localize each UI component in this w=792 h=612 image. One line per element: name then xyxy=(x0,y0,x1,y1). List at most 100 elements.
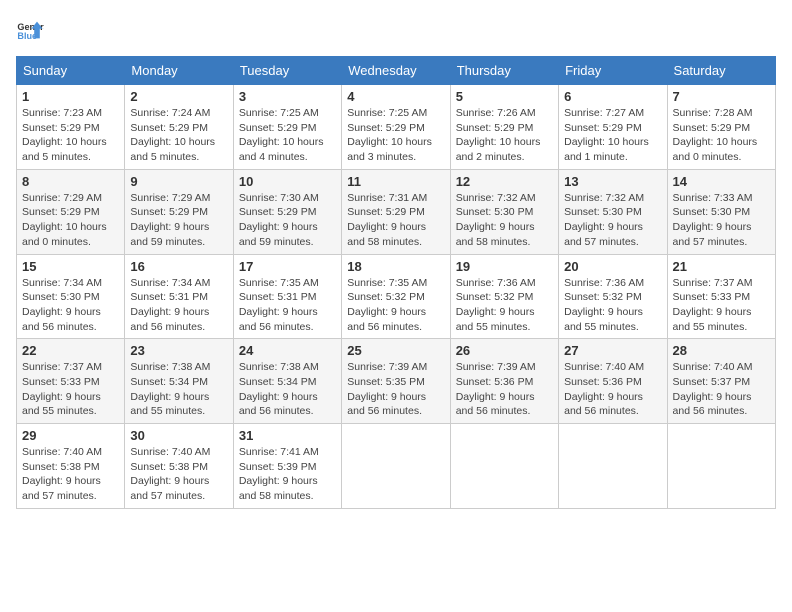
day-number: 7 xyxy=(673,89,770,104)
calendar-cell: 19Sunrise: 7:36 AMSunset: 5:32 PMDayligh… xyxy=(450,254,558,339)
calendar-cell: 8 Sunrise: 7:29 AMSunset: 5:29 PMDaylight… xyxy=(17,169,125,254)
day-number: 16 xyxy=(130,259,227,274)
svg-text:Blue: Blue xyxy=(17,31,37,41)
header-cell-saturday: Saturday xyxy=(667,57,775,85)
day-number: 4 xyxy=(347,89,444,104)
header-cell-tuesday: Tuesday xyxy=(233,57,341,85)
calendar-cell: 11 Sunrise: 7:31 AMSunset: 5:29 PMDayligh… xyxy=(342,169,450,254)
calendar-cell: 9Sunrise: 7:29 AMSunset: 5:29 PMDaylight… xyxy=(125,169,233,254)
calendar-cell: 23 Sunrise: 7:38 AMSunset: 5:34 PMDayligh… xyxy=(125,339,233,424)
day-info: Sunrise: 7:36 AMSunset: 5:32 PMDaylight:… xyxy=(564,276,661,335)
day-number: 17 xyxy=(239,259,336,274)
day-info: Sunrise: 7:38 AMSunset: 5:34 PMDaylight:… xyxy=(130,360,227,419)
calendar-cell: 3 Sunrise: 7:25 AMSunset: 5:29 PMDaylight… xyxy=(233,85,341,170)
day-info: Sunrise: 7:39 AMSunset: 5:36 PMDaylight:… xyxy=(456,360,553,419)
calendar-cell xyxy=(450,424,558,509)
day-number: 13 xyxy=(564,174,661,189)
calendar-cell: 16 Sunrise: 7:34 AMSunset: 5:31 PMDayligh… xyxy=(125,254,233,339)
calendar-cell: 4Sunrise: 7:25 AMSunset: 5:29 PMDaylight… xyxy=(342,85,450,170)
day-number: 23 xyxy=(130,343,227,358)
day-info: Sunrise: 7:33 AMSunset: 5:30 PMDaylight:… xyxy=(673,191,770,250)
calendar-cell: 2 Sunrise: 7:24 AMSunset: 5:29 PMDaylight… xyxy=(125,85,233,170)
day-number: 3 xyxy=(239,89,336,104)
calendar-cell: 30 Sunrise: 7:40 AMSunset: 5:38 PMDayligh… xyxy=(125,424,233,509)
day-info: Sunrise: 7:32 AMSunset: 5:30 PMDaylight:… xyxy=(564,191,661,250)
header-cell-thursday: Thursday xyxy=(450,57,558,85)
day-info: Sunrise: 7:40 AMSunset: 5:38 PMDaylight:… xyxy=(130,445,227,504)
day-number: 30 xyxy=(130,428,227,443)
day-number: 11 xyxy=(347,174,444,189)
calendar-cell: 20 Sunrise: 7:36 AMSunset: 5:32 PMDayligh… xyxy=(559,254,667,339)
calendar-cell: 18 Sunrise: 7:35 AMSunset: 5:32 PMDayligh… xyxy=(342,254,450,339)
day-info: Sunrise: 7:40 AMSunset: 5:38 PMDaylight:… xyxy=(22,445,119,504)
header-row: SundayMondayTuesdayWednesdayThursdayFrid… xyxy=(17,57,776,85)
calendar-cell: 21 Sunrise: 7:37 AMSunset: 5:33 PMDayligh… xyxy=(667,254,775,339)
day-info: Sunrise: 7:27 AMSunset: 5:29 PMDaylight:… xyxy=(564,106,661,165)
calendar-cell: 22 Sunrise: 7:37 AMSunset: 5:33 PMDayligh… xyxy=(17,339,125,424)
day-number: 2 xyxy=(130,89,227,104)
day-number: 25 xyxy=(347,343,444,358)
calendar-cell: 5Sunrise: 7:26 AMSunset: 5:29 PMDaylight… xyxy=(450,85,558,170)
header-cell-wednesday: Wednesday xyxy=(342,57,450,85)
header-cell-sunday: Sunday xyxy=(17,57,125,85)
calendar-cell: 13 Sunrise: 7:32 AMSunset: 5:30 PMDayligh… xyxy=(559,169,667,254)
day-number: 20 xyxy=(564,259,661,274)
day-info: Sunrise: 7:26 AMSunset: 5:29 PMDaylight:… xyxy=(456,106,553,165)
day-info: Sunrise: 7:38 AMSunset: 5:34 PMDaylight:… xyxy=(239,360,336,419)
calendar-cell: 12 Sunrise: 7:32 AMSunset: 5:30 PMDayligh… xyxy=(450,169,558,254)
day-number: 22 xyxy=(22,343,119,358)
calendar-cell: 29 Sunrise: 7:40 AMSunset: 5:38 PMDayligh… xyxy=(17,424,125,509)
day-number: 8 xyxy=(22,174,119,189)
day-info: Sunrise: 7:23 AMSunset: 5:29 PMDaylight:… xyxy=(22,106,119,165)
day-number: 21 xyxy=(673,259,770,274)
day-number: 24 xyxy=(239,343,336,358)
calendar-cell xyxy=(342,424,450,509)
day-info: Sunrise: 7:41 AMSunset: 5:39 PMDaylight:… xyxy=(239,445,336,504)
week-row-4: 22 Sunrise: 7:37 AMSunset: 5:33 PMDayligh… xyxy=(17,339,776,424)
calendar-cell: 15 Sunrise: 7:34 AMSunset: 5:30 PMDayligh… xyxy=(17,254,125,339)
day-info: Sunrise: 7:40 AMSunset: 5:36 PMDaylight:… xyxy=(564,360,661,419)
day-info: Sunrise: 7:29 AMSunset: 5:29 PMDaylight:… xyxy=(22,191,119,250)
calendar-cell: 7 Sunrise: 7:28 AMSunset: 5:29 PMDaylight… xyxy=(667,85,775,170)
day-number: 18 xyxy=(347,259,444,274)
day-info: Sunrise: 7:29 AMSunset: 5:29 PMDaylight:… xyxy=(130,191,227,250)
day-info: Sunrise: 7:28 AMSunset: 5:29 PMDaylight:… xyxy=(673,106,770,165)
page-header: General Blue xyxy=(16,16,776,44)
logo-icon: General Blue xyxy=(16,16,44,44)
day-info: Sunrise: 7:35 AMSunset: 5:32 PMDaylight:… xyxy=(347,276,444,335)
header-cell-monday: Monday xyxy=(125,57,233,85)
calendar-cell: 26Sunrise: 7:39 AMSunset: 5:36 PMDayligh… xyxy=(450,339,558,424)
day-info: Sunrise: 7:31 AMSunset: 5:29 PMDaylight:… xyxy=(347,191,444,250)
day-info: Sunrise: 7:32 AMSunset: 5:30 PMDaylight:… xyxy=(456,191,553,250)
calendar-cell: 17 Sunrise: 7:35 AMSunset: 5:31 PMDayligh… xyxy=(233,254,341,339)
calendar-cell: 27 Sunrise: 7:40 AMSunset: 5:36 PMDayligh… xyxy=(559,339,667,424)
day-number: 28 xyxy=(673,343,770,358)
calendar-cell: 1Sunrise: 7:23 AMSunset: 5:29 PMDaylight… xyxy=(17,85,125,170)
calendar-cell: 10 Sunrise: 7:30 AMSunset: 5:29 PMDayligh… xyxy=(233,169,341,254)
day-number: 29 xyxy=(22,428,119,443)
day-number: 15 xyxy=(22,259,119,274)
week-row-1: 1Sunrise: 7:23 AMSunset: 5:29 PMDaylight… xyxy=(17,85,776,170)
day-info: Sunrise: 7:39 AMSunset: 5:35 PMDaylight:… xyxy=(347,360,444,419)
day-info: Sunrise: 7:25 AMSunset: 5:29 PMDaylight:… xyxy=(239,106,336,165)
calendar-cell: 28Sunrise: 7:40 AMSunset: 5:37 PMDayligh… xyxy=(667,339,775,424)
day-info: Sunrise: 7:35 AMSunset: 5:31 PMDaylight:… xyxy=(239,276,336,335)
day-number: 12 xyxy=(456,174,553,189)
day-info: Sunrise: 7:37 AMSunset: 5:33 PMDaylight:… xyxy=(22,360,119,419)
day-info: Sunrise: 7:34 AMSunset: 5:31 PMDaylight:… xyxy=(130,276,227,335)
day-info: Sunrise: 7:36 AMSunset: 5:32 PMDaylight:… xyxy=(456,276,553,335)
day-info: Sunrise: 7:37 AMSunset: 5:33 PMDaylight:… xyxy=(673,276,770,335)
day-number: 31 xyxy=(239,428,336,443)
day-info: Sunrise: 7:34 AMSunset: 5:30 PMDaylight:… xyxy=(22,276,119,335)
day-info: Sunrise: 7:30 AMSunset: 5:29 PMDaylight:… xyxy=(239,191,336,250)
calendar-cell: 14Sunrise: 7:33 AMSunset: 5:30 PMDayligh… xyxy=(667,169,775,254)
calendar-cell: 6Sunrise: 7:27 AMSunset: 5:29 PMDaylight… xyxy=(559,85,667,170)
day-number: 10 xyxy=(239,174,336,189)
day-info: Sunrise: 7:24 AMSunset: 5:29 PMDaylight:… xyxy=(130,106,227,165)
header-cell-friday: Friday xyxy=(559,57,667,85)
calendar-cell: 31 Sunrise: 7:41 AMSunset: 5:39 PMDayligh… xyxy=(233,424,341,509)
day-number: 27 xyxy=(564,343,661,358)
week-row-3: 15 Sunrise: 7:34 AMSunset: 5:30 PMDayligh… xyxy=(17,254,776,339)
calendar-cell xyxy=(559,424,667,509)
calendar-cell: 24 Sunrise: 7:38 AMSunset: 5:34 PMDayligh… xyxy=(233,339,341,424)
